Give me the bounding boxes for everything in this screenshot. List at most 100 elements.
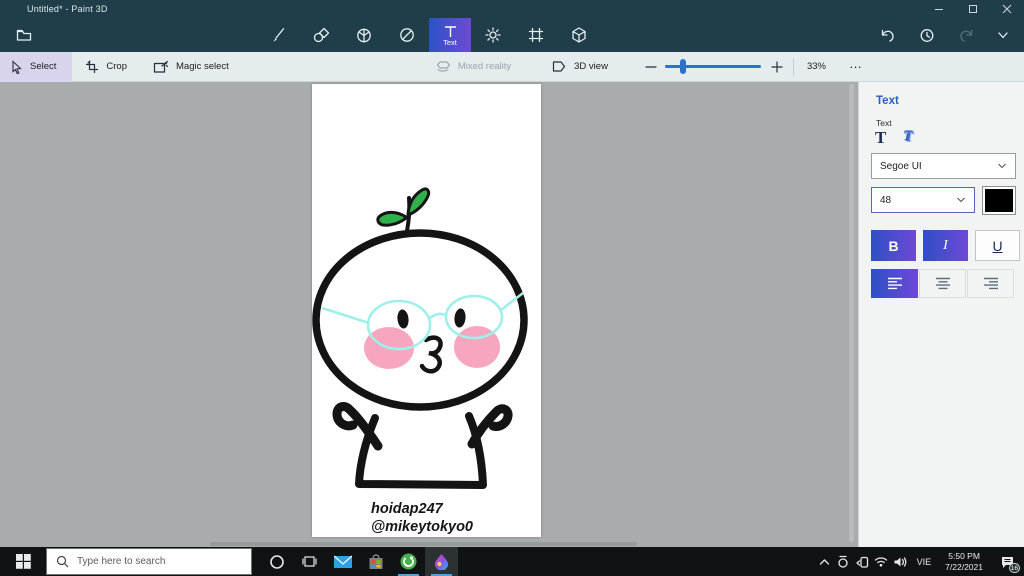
- history-button[interactable]: [906, 18, 948, 52]
- menu-button[interactable]: [3, 18, 45, 52]
- start-button[interactable]: [0, 547, 46, 576]
- coccoc-browser-icon: [400, 553, 417, 570]
- search-icon: [56, 555, 69, 568]
- volume-tray-icon[interactable]: [891, 547, 910, 576]
- phone-tray-icon[interactable]: [853, 547, 872, 576]
- align-right-button[interactable]: [967, 269, 1014, 298]
- zoom-in-button[interactable]: [761, 52, 793, 82]
- ellipsis-icon: …: [848, 56, 863, 71]
- history-icon: [920, 29, 934, 42]
- search-input[interactable]: [77, 556, 227, 567]
- taskbar-clock[interactable]: 5:50 PM 7/22/2021: [938, 551, 990, 572]
- coccoc-browser-button[interactable]: [392, 547, 425, 576]
- bold-button[interactable]: B: [871, 230, 916, 261]
- effects-tool[interactable]: [472, 18, 514, 52]
- crop-label: Crop: [106, 61, 127, 72]
- zoom-percent-value: 33%: [806, 61, 826, 72]
- character-drawing: hoidap247 @mikeytokyo0: [312, 187, 528, 535]
- tray-expand-button[interactable]: [815, 547, 834, 576]
- character-head: [312, 229, 528, 411]
- zoom-percent[interactable]: 33%: [794, 52, 839, 82]
- taskbar-search[interactable]: [46, 548, 252, 575]
- magic-select-button[interactable]: Magic select: [140, 52, 242, 82]
- mail-button[interactable]: [326, 547, 359, 576]
- store-button[interactable]: [359, 547, 392, 576]
- sprout-leaf-left: [376, 210, 408, 227]
- 3d-shapes-tool[interactable]: [343, 18, 385, 52]
- undo-button[interactable]: [866, 18, 908, 52]
- effects-icon: [485, 27, 501, 43]
- clock-date: 7/22/2021: [945, 561, 983, 572]
- 2d-shapes-tool[interactable]: [300, 18, 342, 52]
- font-size-select[interactable]: 48: [871, 187, 975, 213]
- task-view-button[interactable]: [293, 547, 326, 576]
- chevron-down-icon: [998, 32, 1008, 39]
- update-tray-icon[interactable]: [834, 547, 853, 576]
- stickers-icon: [400, 28, 414, 42]
- zoom-slider[interactable]: [664, 59, 761, 74]
- italic-button[interactable]: I: [923, 230, 968, 261]
- mixed-reality-button[interactable]: Mixed reality: [422, 52, 524, 82]
- phone-link-icon: [856, 556, 868, 568]
- select-button[interactable]: Select: [0, 51, 73, 82]
- history-expand-button[interactable]: [982, 18, 1024, 52]
- brushes-tool[interactable]: [257, 18, 299, 52]
- update-icon: [838, 555, 848, 568]
- 2d-text-button[interactable]: T: [875, 128, 886, 148]
- 3d-library-tool[interactable]: [558, 18, 600, 52]
- task-view-icon: [301, 556, 317, 567]
- 2d-shapes-icon: [313, 27, 330, 43]
- redo-icon: [960, 29, 973, 42]
- 3d-view-label: 3D view: [574, 61, 608, 72]
- align-left-icon: [887, 277, 902, 290]
- network-tray-icon[interactable]: [872, 547, 891, 576]
- stickers-tool[interactable]: [386, 18, 428, 52]
- zoom-slider-thumb[interactable]: [679, 59, 686, 74]
- horizontal-scrollbar[interactable]: [210, 542, 637, 546]
- select-label: Select: [30, 61, 57, 72]
- 3d-library-icon: [572, 27, 586, 43]
- window-title: Untitled* - Paint 3D: [27, 4, 108, 14]
- caption-line-2: @mikeytokyo0: [371, 519, 473, 535]
- chevron-down-icon: [998, 163, 1006, 169]
- magic-select-icon: [153, 60, 169, 73]
- align-center-button[interactable]: [919, 269, 966, 298]
- 3d-text-button[interactable]: T: [904, 129, 913, 146]
- more-options-button[interactable]: …: [839, 52, 873, 82]
- zoom-out-button[interactable]: [637, 52, 665, 82]
- font-family-select[interactable]: Segoe UI: [871, 153, 1016, 179]
- clock-time: 5:50 PM: [948, 551, 980, 561]
- 3d-view-icon: [553, 61, 566, 72]
- language-indicator[interactable]: VIE: [910, 557, 939, 567]
- speaker-icon: [894, 556, 907, 567]
- italic-label: I: [943, 237, 948, 253]
- bold-label: B: [888, 237, 899, 254]
- font-family-value: Segoe UI: [880, 160, 922, 172]
- brush-icon: [273, 28, 285, 42]
- align-center-icon: [935, 277, 950, 290]
- text-tool[interactable]: Text: [429, 18, 471, 52]
- crop-button[interactable]: Crop: [72, 52, 140, 82]
- cortana-icon: [269, 554, 284, 569]
- paint3d-window: Untitled* - Paint 3D Text Select Crop Ma…: [0, 0, 1024, 576]
- minimize-button[interactable]: [922, 0, 956, 18]
- close-button[interactable]: [990, 0, 1024, 18]
- text-tool-label: Text: [443, 37, 457, 47]
- character-right-arm: [467, 404, 513, 449]
- crop-icon: [86, 59, 99, 73]
- paint-3d-icon: [435, 554, 448, 570]
- align-left-button[interactable]: [871, 269, 918, 298]
- folder-icon: [16, 29, 32, 41]
- vertical-scrollbar[interactable]: [849, 84, 854, 542]
- 3d-view-button[interactable]: 3D view: [538, 52, 621, 82]
- underline-label: U: [992, 237, 1003, 254]
- maximize-button[interactable]: [956, 0, 990, 18]
- cortana-button[interactable]: [260, 547, 293, 576]
- underline-button[interactable]: U: [975, 230, 1020, 261]
- text-color-swatch[interactable]: [982, 186, 1016, 215]
- text-settings-panel: Text Text T T Segoe UI 48 B I U: [858, 82, 1024, 547]
- notification-center-button[interactable]: 16: [990, 547, 1024, 576]
- drawing-canvas[interactable]: hoidap247 @mikeytokyo0: [312, 84, 541, 537]
- paint-3d-button[interactable]: [425, 547, 458, 576]
- canvas-tool[interactable]: [515, 18, 557, 52]
